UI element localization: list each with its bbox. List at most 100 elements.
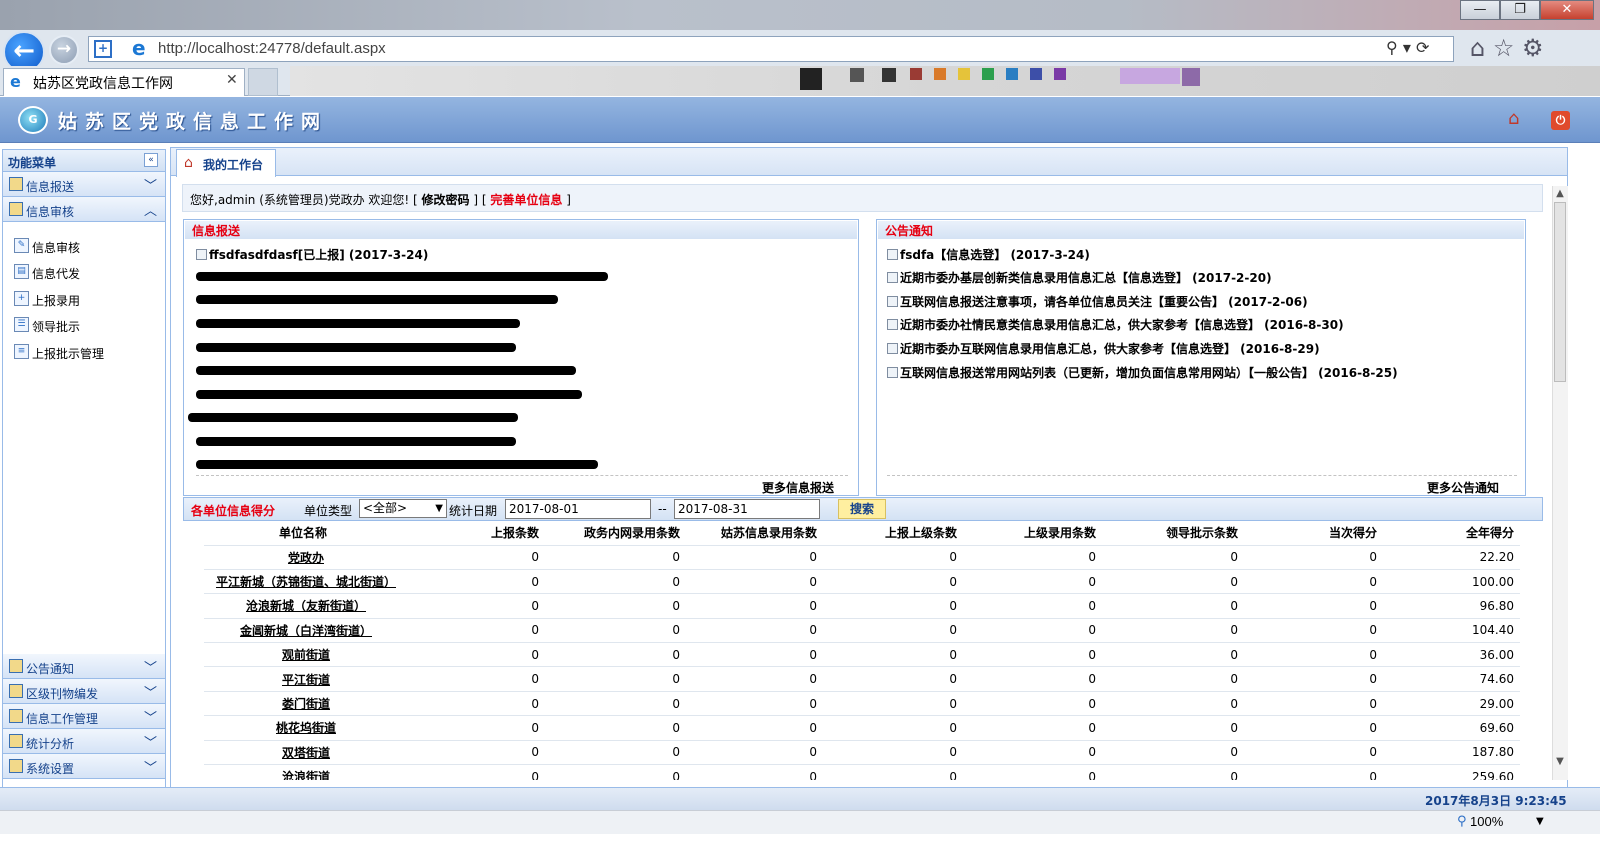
unit-type-select[interactable]: <全部> ▼ [359, 499, 447, 518]
more-announcements-link[interactable]: 更多公告通知 [1427, 479, 1499, 496]
announcement-text[interactable]: 互联网信息报送注意事项，请各单位信息员关注【重要公告】 (2017-2-06) [900, 295, 1308, 309]
announcement-item[interactable]: 互联网信息报送常用网站列表（已更新，增加负面信息常用网站）【一般公告】 (201… [887, 364, 1398, 382]
document-icon: ▤ [14, 264, 29, 279]
sidebar-section-manage[interactable]: 信息工作管理 ﹀ [3, 704, 165, 729]
sidebar-item-label[interactable]: 上报批示管理 [32, 345, 104, 362]
forward-button[interactable]: → [49, 35, 79, 65]
scrollbar-thumb[interactable] [1554, 202, 1566, 382]
announcement-text[interactable]: 近期市委办基层创新类信息录用信息汇总【信息选登】 (2017-2-20) [900, 271, 1272, 285]
unit-name-link[interactable]: 桃花坞街道 [204, 715, 408, 741]
minimize-icon[interactable]: — [1460, 0, 1500, 20]
sidebar-section-stats[interactable]: 统计分析 ﹀ [3, 729, 165, 754]
dropdown-icon[interactable]: ▾ [1403, 38, 1411, 57]
table-cell: 0 [823, 545, 963, 570]
address-url[interactable]: http://localhost:24778/default.aspx [158, 40, 386, 57]
change-password-link[interactable]: 修改密码 [422, 193, 470, 207]
unit-name-link[interactable]: 娄门街道 [204, 691, 408, 717]
expand-chevron-icon[interactable]: ﹀ [144, 657, 157, 676]
sidebar-section-review[interactable]: 信息审核 ︿ [3, 197, 165, 222]
home-icon[interactable]: ⌂ [1508, 110, 1528, 130]
table-cell: 69.60 [1383, 715, 1520, 741]
close-window-icon[interactable]: ✕ [1540, 0, 1594, 20]
zoom-level[interactable]: 100% [1470, 814, 1503, 829]
table-cell: 0 [1244, 618, 1383, 644]
search-icon[interactable]: ⚲ [1386, 38, 1398, 57]
unit-name-link[interactable]: 沧浪新城（友新街道） [204, 593, 408, 619]
search-button[interactable]: 搜索 [838, 499, 886, 519]
announcement-text[interactable]: fsdfa【信息选登】 (2017-3-24) [900, 248, 1090, 262]
table-cell: 0 [686, 715, 823, 741]
announcement-item[interactable]: 近期市委办基层创新类信息录用信息汇总【信息选登】 (2017-2-20) [887, 269, 1272, 287]
browser-tab-label[interactable]: 姑苏区党政信息工作网 [33, 73, 173, 93]
sidebar-item-label[interactable]: 信息审核 [32, 239, 80, 256]
unit-name-link[interactable]: 金阊新城（白洋湾街道） [204, 618, 408, 644]
expand-chevron-icon[interactable]: ﹀ [144, 757, 157, 776]
home-icon[interactable]: ⌂ [1470, 34, 1485, 62]
document-icon [887, 319, 898, 330]
table-cell: 0 [823, 642, 963, 668]
column-header: 政务内网录用条数 [545, 521, 686, 546]
sidebar-item-label[interactable]: 上报录用 [32, 292, 80, 309]
tab-close-icon[interactable]: ✕ [226, 72, 238, 88]
announcement-text[interactable]: 近期市委办互联网信息录用信息汇总，供大家参考【信息选登】 (2016-8-29) [900, 342, 1320, 356]
table-cell: 0 [1102, 569, 1244, 595]
chevron-down-icon[interactable]: ▼ [435, 500, 443, 517]
power-icon[interactable]: ⏻ [1551, 111, 1570, 130]
announcement-text[interactable]: 互联网信息报送常用网站列表（已更新，增加负面信息常用网站）【一般公告】 (201… [900, 366, 1398, 380]
date-to-input[interactable]: 2017-08-31 [674, 499, 820, 519]
more-reports-link[interactable]: 更多信息报送 [762, 479, 834, 496]
table-cell: 0 [686, 618, 823, 644]
unit-name-link[interactable]: 观前街道 [204, 642, 408, 668]
column-header: 上报条数 [408, 521, 545, 546]
report-item[interactable]: ffsdfasdfdasf[已上报] (2017-3-24) [196, 246, 428, 264]
sidebar-section-notice[interactable]: 公告通知 ﹀ [3, 654, 165, 679]
column-header: 上报上级条数 [823, 521, 963, 546]
sidebar-section-report[interactable]: 信息报送 ﹀ [3, 172, 165, 197]
favorites-star-icon[interactable]: ☆ [1493, 34, 1515, 62]
collapse-sidebar-icon[interactable]: « [144, 153, 158, 167]
announcement-item[interactable]: 近期市委办社情民意类信息录用信息汇总，供大家参考【信息选登】 (2016-8-3… [887, 316, 1344, 334]
collapse-chevron-icon[interactable]: ︿ [144, 200, 157, 219]
table-cell: 0 [686, 666, 823, 692]
date-from-input[interactable]: 2017-08-01 [505, 499, 651, 519]
column-header: 单位名称 [204, 521, 408, 546]
sidebar-item-label[interactable]: 领导批示 [32, 318, 80, 335]
sidebar-item-label[interactable]: 信息代发 [32, 265, 80, 282]
table-cell: 0 [963, 618, 1102, 644]
expand-chevron-icon[interactable]: ﹀ [144, 175, 157, 194]
announcement-text[interactable]: 近期市委办社情民意类信息录用信息汇总，供大家参考【信息选登】 (2016-8-3… [900, 318, 1344, 332]
refresh-icon[interactable]: ⟳ [1416, 38, 1429, 57]
new-tab-button[interactable] [248, 68, 278, 96]
table-cell: 0 [1244, 593, 1383, 619]
announcement-item[interactable]: fsdfa【信息选登】 (2017-3-24) [887, 246, 1090, 264]
redacted-item [196, 319, 520, 328]
unit-name-link[interactable]: 党政办 [204, 545, 408, 570]
zoom-dropdown-icon[interactable]: ▼ [1536, 816, 1544, 827]
document-icon [887, 249, 898, 260]
announcement-item[interactable]: 互联网信息报送注意事项，请各单位信息员关注【重要公告】 (2017-2-06) [887, 293, 1308, 311]
redacted-item [196, 390, 582, 399]
manage-icon [9, 709, 23, 723]
expand-chevron-icon[interactable]: ﹀ [144, 732, 157, 751]
scroll-up-icon[interactable]: ▲ [1552, 188, 1568, 199]
bracket-end: ] [562, 193, 571, 207]
unit-type-value[interactable]: <全部> [363, 501, 407, 515]
expand-chevron-icon[interactable]: ﹀ [144, 682, 157, 701]
expand-chevron-icon[interactable]: ﹀ [144, 707, 157, 726]
settings-gear-icon[interactable]: ⚙ [1522, 34, 1544, 62]
scroll-down-icon[interactable]: ▼ [1552, 756, 1568, 767]
report-item-text[interactable]: ffsdfasdfdasf[已上报] (2017-3-24) [209, 248, 428, 262]
sidebar-section-settings[interactable]: 系统设置 ﹀ [3, 754, 165, 779]
sidebar-section-publish[interactable]: 区级刊物编发 ﹀ [3, 679, 165, 704]
unit-name-link[interactable]: 沧浪街道 [204, 764, 408, 780]
unit-name-link[interactable]: 平江新城（苏锦街道、城北街道） [204, 569, 408, 595]
announcement-item[interactable]: 近期市委办互联网信息录用信息汇总，供大家参考【信息选登】 (2016-8-29) [887, 340, 1320, 358]
compat-view-icon[interactable]: + [94, 40, 112, 58]
maximize-icon[interactable]: ❐ [1500, 0, 1540, 20]
complete-info-link[interactable]: 完善单位信息 [490, 193, 562, 207]
unit-name-link[interactable]: 平江街道 [204, 666, 408, 692]
address-tools[interactable]: ⚲ ▾ ⟳ [1386, 38, 1429, 57]
unit-name-link[interactable]: 双塔街道 [204, 740, 408, 766]
tab-workbench-label[interactable]: 我的工作台 [203, 156, 263, 173]
panel-header [878, 221, 1524, 239]
